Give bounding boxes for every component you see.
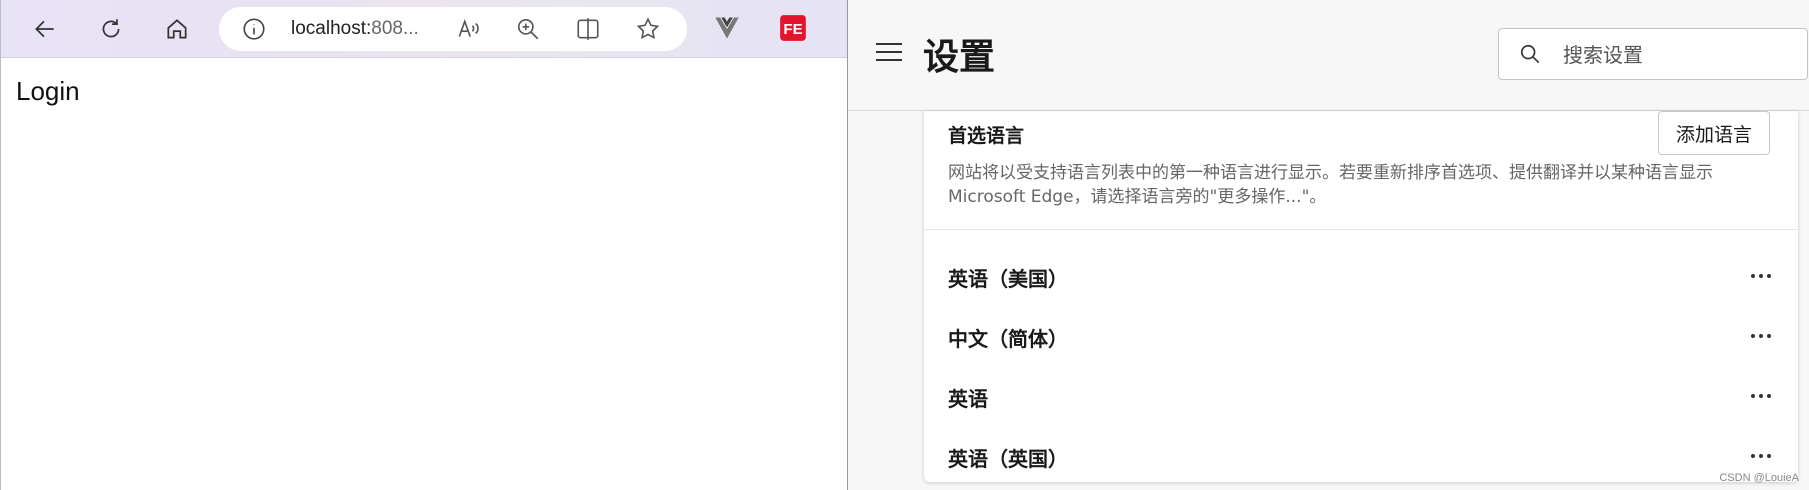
hamburger-icon[interactable] [876,43,902,63]
page-heading: Login [16,76,80,106]
add-language-button[interactable]: 添加语言 [1658,111,1770,155]
more-icon[interactable] [1746,261,1776,291]
language-label: 英语（美国） [948,267,1068,291]
favorite-icon[interactable] [635,16,661,42]
language-row[interactable]: 中文（简体） [924,307,1798,367]
refresh-icon [102,19,120,38]
language-label: 英语 [948,387,988,411]
refresh-button[interactable] [91,9,131,49]
split-screen-icon[interactable] [575,16,601,42]
search-box[interactable] [1498,28,1808,80]
back-icon [35,20,54,38]
language-label: 中文（简体） [948,327,1068,351]
read-aloud-icon[interactable] [455,16,481,42]
url-rest: 808... [371,18,419,39]
vue-devtools-icon[interactable] [713,14,741,42]
preferred-languages-title: 首选语言 [948,125,1025,147]
preferred-languages-description: 网站将以受支持语言列表中的第一种语言进行显示。若要重新排序首选项、提供翻译并以某… [948,163,1713,207]
search-icon [1520,44,1540,64]
search-input[interactable] [1561,38,1795,72]
zoom-in-icon[interactable] [515,16,541,42]
browser-toolbar: localhost:808... FE [1,0,848,58]
preferred-languages-card: 首选语言 添加语言 网站将以受支持语言列表中的第一种语言进行显示。若要重新排序首… [924,111,1798,482]
preferred-languages-header: 首选语言 添加语言 网站将以受支持语言列表中的第一种语言进行显示。若要重新排序首… [924,111,1798,230]
settings-window: 设置 首选语言 添加语言 网站将以受支持语言列表中的第一种语言进行显示。若要重新… [847,0,1809,490]
address-bar[interactable]: localhost:808... [219,7,687,51]
home-button[interactable] [157,9,197,49]
more-icon[interactable] [1746,441,1776,471]
language-row[interactable]: 英语 [924,367,1798,427]
info-icon[interactable] [241,16,267,42]
url-host: localhost: [291,18,372,39]
more-icon[interactable] [1746,381,1776,411]
watermark: CSDN @LouieA [1719,472,1799,484]
language-row[interactable]: 英语（美国） [924,247,1798,307]
url-text[interactable]: localhost:808... [291,18,419,40]
more-icon[interactable] [1746,321,1776,351]
language-row[interactable]: 英语（英国） [924,427,1798,487]
fe-extension-icon[interactable]: FE [779,14,807,42]
settings-header: 设置 [848,0,1809,111]
language-label: 英语（英国） [948,447,1068,471]
svg-text:FE: FE [783,21,802,38]
browser-window: localhost:808... FE Login [0,0,848,490]
home-icon [167,19,187,39]
settings-title: 设置 [923,37,996,78]
back-button[interactable] [25,9,65,49]
